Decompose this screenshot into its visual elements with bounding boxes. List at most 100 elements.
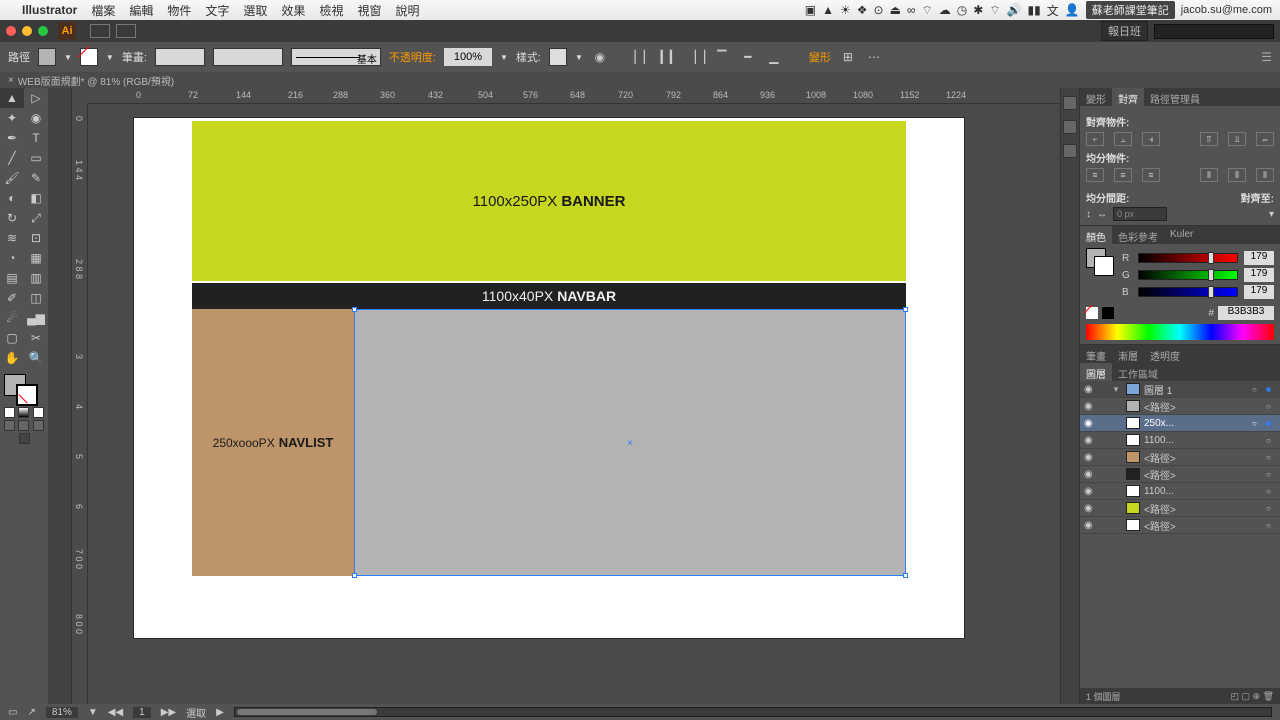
layer-row[interactable]: ◉ 250x... ○ ■: [1080, 415, 1280, 432]
banner-rect[interactable]: 1100x250PXBANNER: [192, 121, 906, 281]
shape-builder-tool[interactable]: ◔: [0, 248, 24, 268]
layer-name[interactable]: <路徑>: [1144, 518, 1262, 533]
dist-top-icon[interactable]: ≡: [1086, 168, 1104, 182]
eyedropper-tool[interactable]: ✐: [0, 288, 24, 308]
dist-vcenter-icon[interactable]: ≡: [1114, 168, 1132, 182]
visibility-toggle-icon[interactable]: ◉: [1084, 435, 1096, 446]
target-icon[interactable]: ○: [1266, 470, 1276, 479]
tab-align[interactable]: 對齊: [1112, 88, 1144, 106]
layer-row[interactable]: ◉ <路徑> ○: [1080, 517, 1280, 534]
app-name[interactable]: Illustrator: [22, 3, 77, 17]
status-icon[interactable]: ▣: [805, 3, 816, 17]
collapsed-panel-icon[interactable]: [1063, 96, 1077, 110]
stroke-dropdown[interactable]: ▼: [106, 53, 114, 62]
style-swatch[interactable]: [549, 48, 567, 66]
align-left-icon[interactable]: ⫟: [1086, 132, 1104, 146]
align-hcenter-icon[interactable]: ⫠: [1114, 132, 1132, 146]
tab-stroke[interactable]: 筆畫: [1080, 345, 1112, 363]
menu-file[interactable]: 檔案: [91, 2, 115, 19]
fill-swatch[interactable]: [38, 48, 56, 66]
b-input[interactable]: 179: [1244, 285, 1274, 299]
battery-icon[interactable]: ▮▮: [1028, 3, 1041, 17]
align-center-v-icon[interactable]: ━: [739, 48, 757, 66]
brush-dropdown[interactable]: 基本: [291, 48, 381, 66]
blob-brush-tool[interactable]: ◐: [0, 188, 24, 208]
selection-handle[interactable]: [352, 307, 357, 312]
blend-tool[interactable]: ◫: [24, 288, 48, 308]
eraser-tool[interactable]: ◧: [24, 188, 48, 208]
layer-row[interactable]: ◉ <路徑> ○: [1080, 449, 1280, 466]
dist-hspace-icon[interactable]: ↔: [1097, 209, 1107, 220]
layer-name[interactable]: 1100...: [1144, 486, 1262, 497]
layer-row[interactable]: ◉ <路徑> ○: [1080, 466, 1280, 483]
align-center-h-icon[interactable]: ▎▎: [661, 48, 679, 66]
horizontal-ruler[interactable]: 0 72 144 216 288 360 432 504 576 648 720…: [88, 88, 1060, 104]
status-icon[interactable]: ❖: [857, 3, 868, 17]
lasso-tool[interactable]: ◉: [24, 108, 48, 128]
vertical-ruler[interactable]: 0 1 4 4 2 8 8 3 4 5 6 7 0 0 8 0 0: [72, 104, 88, 704]
menu-type[interactable]: 文字: [205, 2, 229, 19]
tab-transparency[interactable]: 透明度: [1144, 345, 1186, 363]
pencil-tool[interactable]: ✎: [24, 168, 48, 188]
visibility-toggle-icon[interactable]: ◉: [1084, 384, 1096, 395]
gradient-tool[interactable]: ▥: [24, 268, 48, 288]
draw-normal-icon[interactable]: [4, 420, 15, 431]
align-right-icon[interactable]: ▕▕: [687, 48, 705, 66]
user-icon[interactable]: 👤: [1065, 3, 1080, 17]
clock-icon[interactable]: ◷: [957, 3, 967, 17]
wifi-icon[interactable]: ⌔: [989, 3, 1000, 18]
align-bottom-icon[interactable]: ▁: [765, 48, 783, 66]
pen-tool[interactable]: ✒: [0, 128, 24, 148]
panel-menu-icon[interactable]: ☰: [1261, 50, 1272, 64]
dist-vspace-icon[interactable]: ↕: [1086, 209, 1091, 220]
layer-name[interactable]: 250x...: [1144, 418, 1248, 429]
opacity-input[interactable]: 100%: [444, 48, 492, 66]
layer-name[interactable]: 1100...: [1144, 435, 1262, 446]
hex-input[interactable]: B3B3B3: [1218, 306, 1274, 320]
layer-name[interactable]: <路徑>: [1144, 501, 1262, 516]
recolor-icon[interactable]: ◉: [591, 48, 609, 66]
search-input[interactable]: [1154, 24, 1274, 39]
menu-effect[interactable]: 效果: [281, 2, 305, 19]
visibility-toggle-icon[interactable]: ◉: [1084, 486, 1096, 497]
collapsed-panel-icon[interactable]: [1063, 144, 1077, 158]
zoom-dropdown-icon[interactable]: ▼: [88, 707, 98, 718]
menu-view[interactable]: 檢視: [319, 2, 343, 19]
more-icon[interactable]: ⋯: [865, 48, 883, 66]
gradient-mode-icon[interactable]: [18, 407, 29, 418]
free-transform-tool[interactable]: ⊡: [24, 228, 48, 248]
layer-name[interactable]: <路徑>: [1144, 467, 1262, 482]
visibility-toggle-icon[interactable]: ◉: [1084, 520, 1096, 531]
close-window-button[interactable]: [6, 26, 16, 36]
perspective-grid-tool[interactable]: ▦: [24, 248, 48, 268]
align-to-dropdown[interactable]: ▾: [1269, 209, 1274, 220]
draw-inside-icon[interactable]: [33, 420, 44, 431]
rectangle-tool[interactable]: ▭: [24, 148, 48, 168]
r-slider[interactable]: [1138, 253, 1238, 263]
color-spectrum[interactable]: [1086, 324, 1274, 340]
layers-footer-icons[interactable]: ◰ ▢ ⊕ 🗑: [1231, 691, 1274, 702]
bluetooth-icon[interactable]: ✱: [973, 3, 983, 17]
tab-artboards[interactable]: 工作區域: [1112, 363, 1164, 381]
close-tab-icon[interactable]: ×: [8, 75, 14, 86]
magic-wand-tool[interactable]: ✦: [0, 108, 24, 128]
target-icon[interactable]: ○: [1266, 453, 1276, 462]
tab-pathfinder[interactable]: 路徑管理員: [1144, 88, 1206, 106]
artboard-tool[interactable]: ▢: [0, 328, 24, 348]
menu-help[interactable]: 說明: [395, 2, 419, 19]
direct-selection-tool[interactable]: ▷: [24, 88, 48, 108]
slice-tool[interactable]: ✂: [24, 328, 48, 348]
none-swatch-icon[interactable]: [1086, 307, 1098, 319]
status-icon[interactable]: ↗: [27, 707, 35, 718]
volume-icon[interactable]: 🔊: [1007, 3, 1022, 17]
selection-tool[interactable]: ▲: [0, 88, 24, 108]
wifi-icon[interactable]: ⌔: [921, 3, 932, 18]
stroke-profile-dropdown[interactable]: [213, 48, 283, 66]
tab-gradient[interactable]: 漸層: [1112, 345, 1144, 363]
visibility-toggle-icon[interactable]: ◉: [1084, 418, 1096, 429]
visibility-toggle-icon[interactable]: ◉: [1084, 503, 1096, 514]
collapsed-panel-icon[interactable]: [1063, 120, 1077, 134]
draw-behind-icon[interactable]: [18, 420, 29, 431]
collapsed-dock[interactable]: [1060, 88, 1080, 704]
layer-name[interactable]: <路徑>: [1144, 399, 1262, 414]
